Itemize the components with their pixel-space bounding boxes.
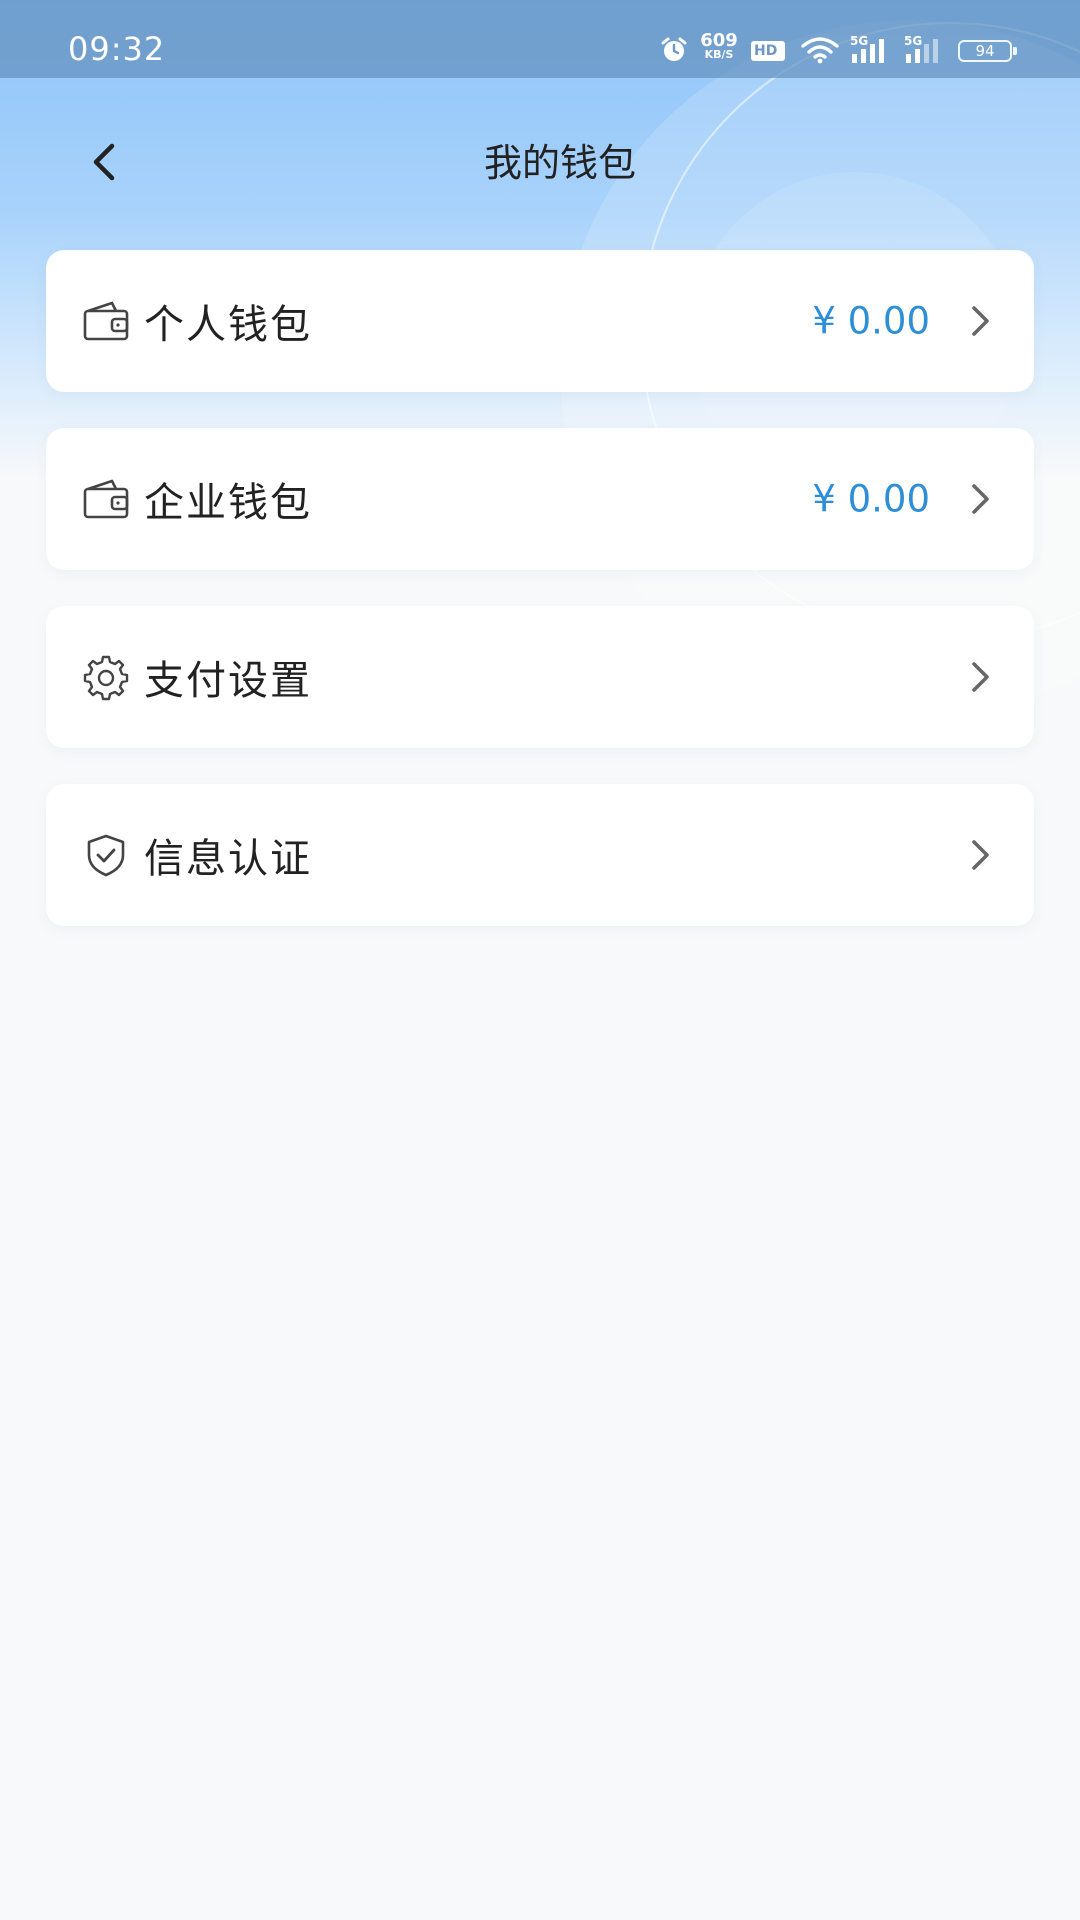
menu-item-label: 企业钱包 <box>144 480 312 526</box>
chevron-right-icon <box>966 837 994 873</box>
battery-tip <box>1013 47 1017 55</box>
wifi-icon <box>800 36 840 64</box>
hd-label: HD <box>754 43 778 59</box>
menu-item-enterprise-wallet[interactable]: 企业钱包 ¥ 0.00 <box>46 428 1034 570</box>
network-speed-value: 609 <box>700 30 738 51</box>
menu-item-label: 信息认证 <box>144 836 312 882</box>
shield-check-icon <box>82 831 130 879</box>
status-time: 09:32 <box>68 30 166 68</box>
menu-item-info-verification[interactable]: 信息认证 <box>46 784 1034 926</box>
wallet-icon <box>82 475 130 523</box>
chevron-right-icon <box>966 659 994 695</box>
hd-icon: HD <box>750 40 786 62</box>
signal-label: 5G <box>850 34 869 48</box>
alarm-icon <box>660 36 688 64</box>
wallet-screen: 09:32 609 KB/S HD 5G 5G 94 我的钱包 个人钱包 ¥ 0… <box>0 0 1080 1920</box>
menu-item-label: 个人钱包 <box>144 302 312 348</box>
page-title: 我的钱包 <box>483 141 636 185</box>
battery-icon: 94 <box>958 40 1018 62</box>
signal-label: 5G <box>904 34 923 48</box>
signal-icon: 5G <box>850 34 892 64</box>
chevron-right-icon <box>966 303 994 339</box>
menu-item-label: 支付设置 <box>144 658 312 704</box>
network-speed: 609 KB/S <box>698 30 740 64</box>
status-bar: 09:32 609 KB/S HD 5G 5G 94 <box>0 0 1080 78</box>
menu-item-personal-wallet[interactable]: 个人钱包 ¥ 0.00 <box>46 250 1034 392</box>
menu-item-payment-settings[interactable]: 支付设置 <box>46 606 1034 748</box>
wallet-icon <box>82 297 130 345</box>
signal-icon: 5G <box>904 34 946 64</box>
battery-level: 94 <box>958 40 1012 62</box>
chevron-right-icon <box>966 481 994 517</box>
wallet-balance: ¥ 0.00 <box>812 477 930 521</box>
gear-icon <box>82 653 130 701</box>
wallet-balance: ¥ 0.00 <box>812 299 930 343</box>
